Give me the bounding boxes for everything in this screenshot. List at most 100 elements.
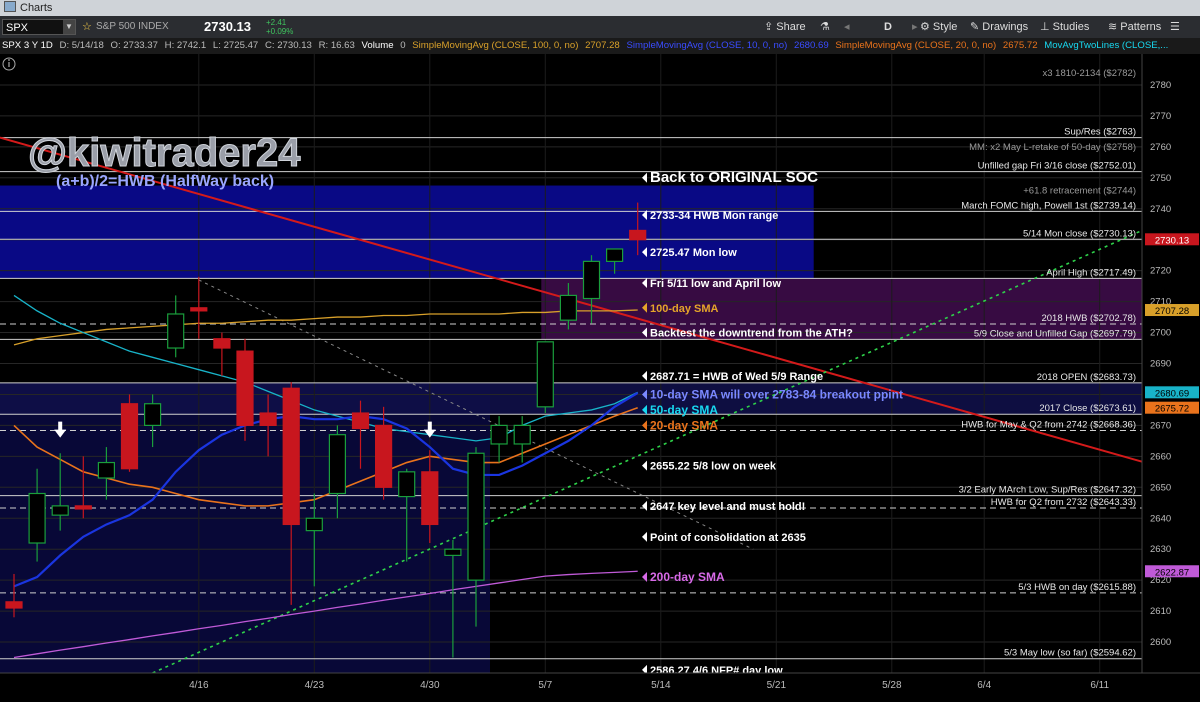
y-tick-label: 2760 — [1150, 142, 1171, 153]
annotation-text: Backtest the downtrend from the ATH? — [650, 328, 853, 340]
drawings-button[interactable]: ✎ Drawings — [970, 16, 1028, 38]
candle-body — [467, 452, 485, 581]
y-tick-label: 2690 — [1150, 359, 1171, 370]
patterns-button[interactable]: ≋ Patterns — [1108, 16, 1161, 38]
y-tick-label: 2670 — [1150, 420, 1171, 431]
sma10-value: 2680.69 — [793, 40, 829, 51]
y-tick-label: 2720 — [1150, 266, 1171, 277]
y-tick-label: 2630 — [1150, 544, 1171, 555]
sma20-study[interactable]: SimpleMovingAvg (CLOSE, 20, 0, no) — [835, 40, 996, 51]
bar-close: C: 2730.13 — [264, 40, 312, 51]
x-tick-label: 4/16 — [189, 680, 209, 691]
x-tick-label: 4/30 — [420, 680, 440, 691]
y-tick-label: 2750 — [1150, 173, 1171, 184]
aggregation-selector[interactable]: D — [884, 16, 892, 38]
favorite-star-icon[interactable]: ☆ — [82, 16, 92, 38]
price-level-label: 2018 HWB ($2702.78) — [1041, 313, 1136, 324]
price-level-label: MM: x2 May L-retake of 50-day ($2758) — [969, 142, 1136, 153]
aggregation-left-icon[interactable]: ◂ — [844, 16, 850, 38]
x-tick-label: 4/23 — [305, 680, 325, 691]
annotation-text: 10-day SMA will over 2783-84 breakout pp… — [650, 387, 903, 401]
style-icon: ⚙ — [920, 21, 933, 33]
candle-body — [328, 434, 346, 495]
y-tick-label: 2740 — [1150, 204, 1171, 215]
x-tick-label: 6/11 — [1090, 680, 1109, 691]
candle-body — [120, 403, 139, 470]
axis-price-badge-label: 2707.28 — [1155, 306, 1189, 317]
drawings-label: Drawings — [982, 21, 1029, 33]
annotation-text: 2647 key level and must hold! — [650, 501, 805, 513]
price-level-label: HWB for Q2 from 2732 ($2643.33) — [991, 497, 1136, 508]
candle-body — [421, 471, 439, 526]
candle-body — [97, 461, 116, 479]
price-level-label: 5/3 HWB on day ($2615.88) — [1018, 582, 1136, 593]
sma20-value: 2675.72 — [1002, 40, 1038, 51]
price-level-label: HWB for May & Q2 from 2742 ($2668.36) — [961, 419, 1136, 430]
symbol-dropdown-icon[interactable]: ▼ — [63, 20, 75, 34]
axis-price-badge-label: 2730.13 — [1155, 235, 1189, 246]
x-tick-label: 5/7 — [538, 680, 552, 691]
sma10-study[interactable]: SimpleMovingAvg (CLOSE, 10, 0, no) — [626, 40, 787, 51]
volume-study[interactable]: Volume — [362, 40, 394, 51]
candle-body — [513, 424, 531, 445]
candle-body — [536, 341, 554, 408]
hwb-range-zone — [0, 185, 814, 279]
sma100-study[interactable]: SimpleMovingAvg (CLOSE, 100, 0, no) — [412, 40, 578, 51]
candle-body — [605, 248, 624, 262]
candle-body — [5, 601, 23, 609]
candle-body — [559, 294, 578, 321]
symbol-period: SPX 3 Y 1D — [2, 40, 53, 51]
chart-toolbar: SPX ▼ ☆ S&P 500 INDEX 2730.13 +2.41 +0.09… — [0, 16, 1200, 38]
bar-high: H: 2742.1 — [164, 40, 207, 51]
annotation-arrow-icon — [642, 420, 647, 431]
sma-zone — [0, 382, 1142, 415]
candle-body — [259, 412, 277, 426]
aggregation-right-icon[interactable]: ▸ — [912, 16, 918, 38]
price-level-label: 3/2 Early MArch Low, Sup/Res ($2647.32) — [959, 485, 1136, 496]
flask-icon[interactable]: ⚗ — [820, 16, 830, 38]
candle-body — [582, 260, 601, 300]
annotation-text: 2725.47 Mon low — [650, 247, 737, 259]
annotation-text: 2655.22 5/8 low on week — [650, 461, 777, 473]
study-header-bar: SPX 3 Y 1D D: 5/14/18 O: 2733.37 H: 2742… — [0, 38, 1200, 54]
studies-label: Studies — [1052, 21, 1090, 33]
movavg-two-lines-study[interactable]: MovAvgTwoLines (CLOSE,... — [1044, 40, 1168, 51]
bar-open: O: 2733.37 — [110, 40, 158, 51]
annotation-text: 100-day SMA — [650, 303, 719, 315]
x-tick-label: 5/21 — [767, 680, 787, 691]
candle-body — [213, 338, 231, 349]
annotation-arrow-icon — [642, 500, 647, 511]
price-chart[interactable]: x3 1810-2134 ($2782) Sup/Res ($2763) MM: x… — [0, 54, 1200, 697]
share-button[interactable]: ⇪ Share — [764, 16, 806, 38]
window-title: Charts — [20, 2, 53, 14]
bar-range: R: 16.63 — [318, 40, 355, 51]
axis-price-badge-label: 2622.87 — [1155, 567, 1189, 578]
window-titlebar: Charts — [0, 0, 1200, 16]
bar-low: L: 2725.47 — [212, 40, 259, 51]
price-level-label: 2018 OPEN ($2683.73) — [1037, 372, 1136, 383]
time-axis — [0, 673, 1200, 697]
volume-value: 0 — [400, 40, 406, 51]
chart-area[interactable]: x3 1810-2134 ($2782) Sup/Res ($2763) MM: x… — [0, 54, 1200, 697]
annotation-text: 2733-34 HWB Mon range — [650, 210, 778, 222]
annotation-text: Back to ORIGINAL SOC — [650, 169, 818, 186]
style-button[interactable]: ⚙ Style — [920, 16, 957, 38]
hwb-title: (a+b)/2=HWB (HalfWay back) — [56, 173, 274, 190]
candle-body — [398, 471, 416, 498]
y-tick-label: 2650 — [1150, 482, 1171, 493]
axis-price-badge-label: 2680.69 — [1155, 388, 1189, 399]
candle-body — [74, 505, 92, 510]
sma100-value: 2707.28 — [585, 40, 620, 51]
y-tick-label: 2640 — [1150, 513, 1171, 524]
candle-body — [629, 229, 647, 241]
candle-body — [490, 424, 508, 445]
drawings-icon: ✎ — [970, 21, 983, 33]
symbol-value: SPX — [6, 22, 29, 34]
studies-button[interactable]: ⊥ Studies — [1040, 16, 1089, 38]
y-tick-label: 2770 — [1150, 111, 1171, 122]
menu-icon[interactable]: ☰ — [1170, 16, 1180, 38]
annotation-arrow-icon — [642, 531, 647, 542]
price-level-label: Unfilled gap Fri 3/16 close ($2752.01) — [978, 161, 1136, 172]
annotation-text: Point of consolidation at 2635 — [650, 532, 806, 544]
symbol-input[interactable]: SPX ▼ — [2, 19, 76, 35]
